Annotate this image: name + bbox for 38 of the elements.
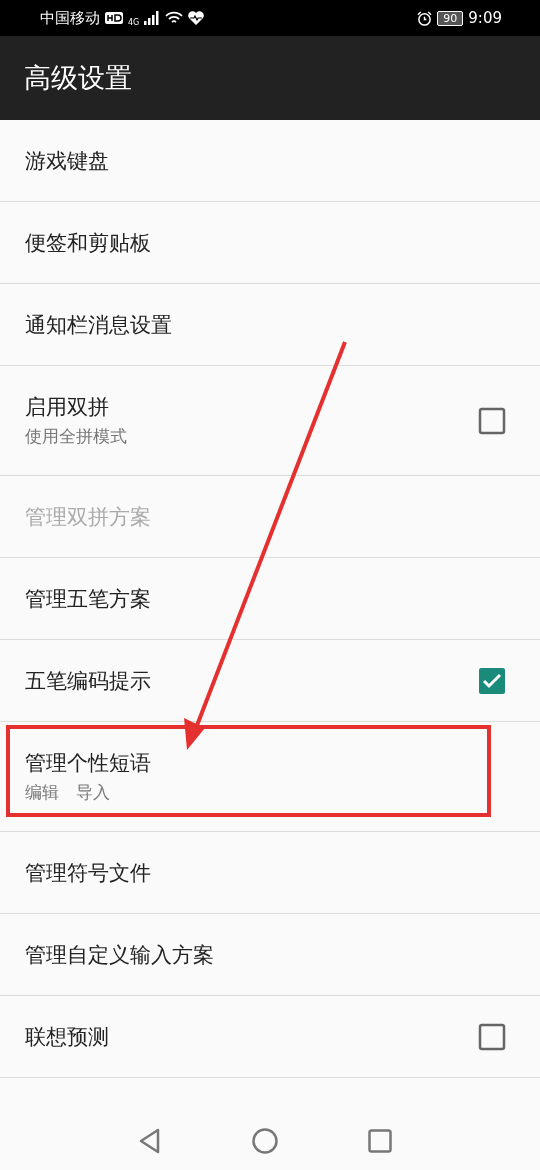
item-title: 管理自定义输入方案 xyxy=(25,941,214,969)
checkbox[interactable] xyxy=(478,1022,506,1051)
settings-item[interactable]: 联想预测 xyxy=(0,996,540,1078)
settings-item[interactable]: 管理五笔方案 xyxy=(0,558,540,640)
home-icon[interactable] xyxy=(252,1128,278,1154)
carrier-name: 中国移动 xyxy=(40,8,100,28)
settings-item[interactable]: 通知栏消息设置 xyxy=(0,284,540,366)
heart-icon xyxy=(188,11,205,25)
checkbox[interactable] xyxy=(478,406,506,435)
settings-item[interactable]: 管理符号文件 xyxy=(0,832,540,914)
item-title: 五笔编码提示 xyxy=(25,667,151,695)
item-title: 游戏键盘 xyxy=(25,147,109,175)
item-subtitle: 编辑 导入 xyxy=(25,781,111,804)
item-title: 管理双拼方案 xyxy=(25,503,151,531)
signal-icon xyxy=(144,11,161,25)
item-title: 管理个性短语 xyxy=(25,750,151,777)
screen-title: 高级设置 xyxy=(24,61,132,95)
checkbox[interactable] xyxy=(478,666,506,695)
back-icon[interactable] xyxy=(138,1128,162,1154)
recents-icon[interactable] xyxy=(368,1129,392,1153)
settings-item[interactable]: 游戏键盘 xyxy=(0,120,540,202)
alarm-icon xyxy=(417,10,433,26)
wifi-icon xyxy=(165,11,184,25)
item-title: 通知栏消息设置 xyxy=(25,311,172,339)
item-title: 便签和剪贴板 xyxy=(25,229,151,257)
item-title: 启用双拼 xyxy=(25,394,110,421)
item-title: 管理符号文件 xyxy=(25,859,151,887)
hd-icon xyxy=(105,12,123,24)
clock-time: 9:09 xyxy=(468,9,502,27)
settings-item[interactable]: 启用双拼 使用全拼模式 xyxy=(0,366,540,476)
network-label: 4G xyxy=(128,17,140,27)
settings-item[interactable]: 管理自定义输入方案 xyxy=(0,914,540,996)
settings-item[interactable]: 便签和剪贴板 xyxy=(0,202,540,284)
item-title: 管理五笔方案 xyxy=(25,585,151,613)
item-title: 联想预测 xyxy=(25,1023,109,1051)
battery-indicator: 90 xyxy=(437,10,464,26)
settings-item[interactable]: 五笔编码提示 xyxy=(0,640,540,722)
item-subtitle: 使用全拼模式 xyxy=(25,425,127,448)
